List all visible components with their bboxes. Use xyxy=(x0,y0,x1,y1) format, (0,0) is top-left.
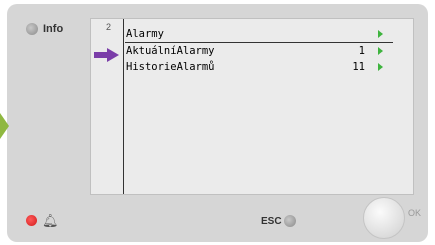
menu-item-count: 11 xyxy=(352,61,365,73)
alarm-led-icon[interactable] xyxy=(26,215,37,226)
go-arrow-icon xyxy=(378,63,383,71)
page-number: 2 xyxy=(106,22,112,32)
esc-label: ESC xyxy=(261,216,282,227)
go-arrow-icon xyxy=(378,47,383,55)
menu-list: Alarmy AktuálníAlarmy 1 HistorieAlarmů 1… xyxy=(125,26,393,75)
menu-item-label: HistorieAlarmů xyxy=(126,61,215,73)
info-led-icon xyxy=(26,23,38,35)
side-arrow-icon xyxy=(0,113,9,139)
menu-header[interactable]: Alarmy xyxy=(125,26,393,43)
pointer-arrow-icon xyxy=(94,48,119,62)
display-screen: 2 Alarmy AktuálníAlarmy 1 HistorieAlarmů… xyxy=(90,18,414,195)
screen-divider xyxy=(123,19,124,194)
info-label: Info xyxy=(43,23,64,35)
go-arrow-icon xyxy=(378,30,383,38)
ok-button[interactable] xyxy=(363,197,405,239)
ok-label: OK xyxy=(408,208,422,218)
menu-item-aktualni-alarmy[interactable]: AktuálníAlarmy 1 xyxy=(125,43,393,59)
esc-button[interactable] xyxy=(284,215,296,227)
info-button[interactable]: Info xyxy=(26,23,63,35)
menu-item-label: AktuálníAlarmy xyxy=(126,45,215,57)
bell-icon: 🔔︎ xyxy=(42,213,59,228)
menu-item-count: 1 xyxy=(358,45,365,57)
menu-item-historie-alarmu[interactable]: HistorieAlarmů 11 xyxy=(125,59,393,75)
menu-header-label: Alarmy xyxy=(126,28,164,40)
